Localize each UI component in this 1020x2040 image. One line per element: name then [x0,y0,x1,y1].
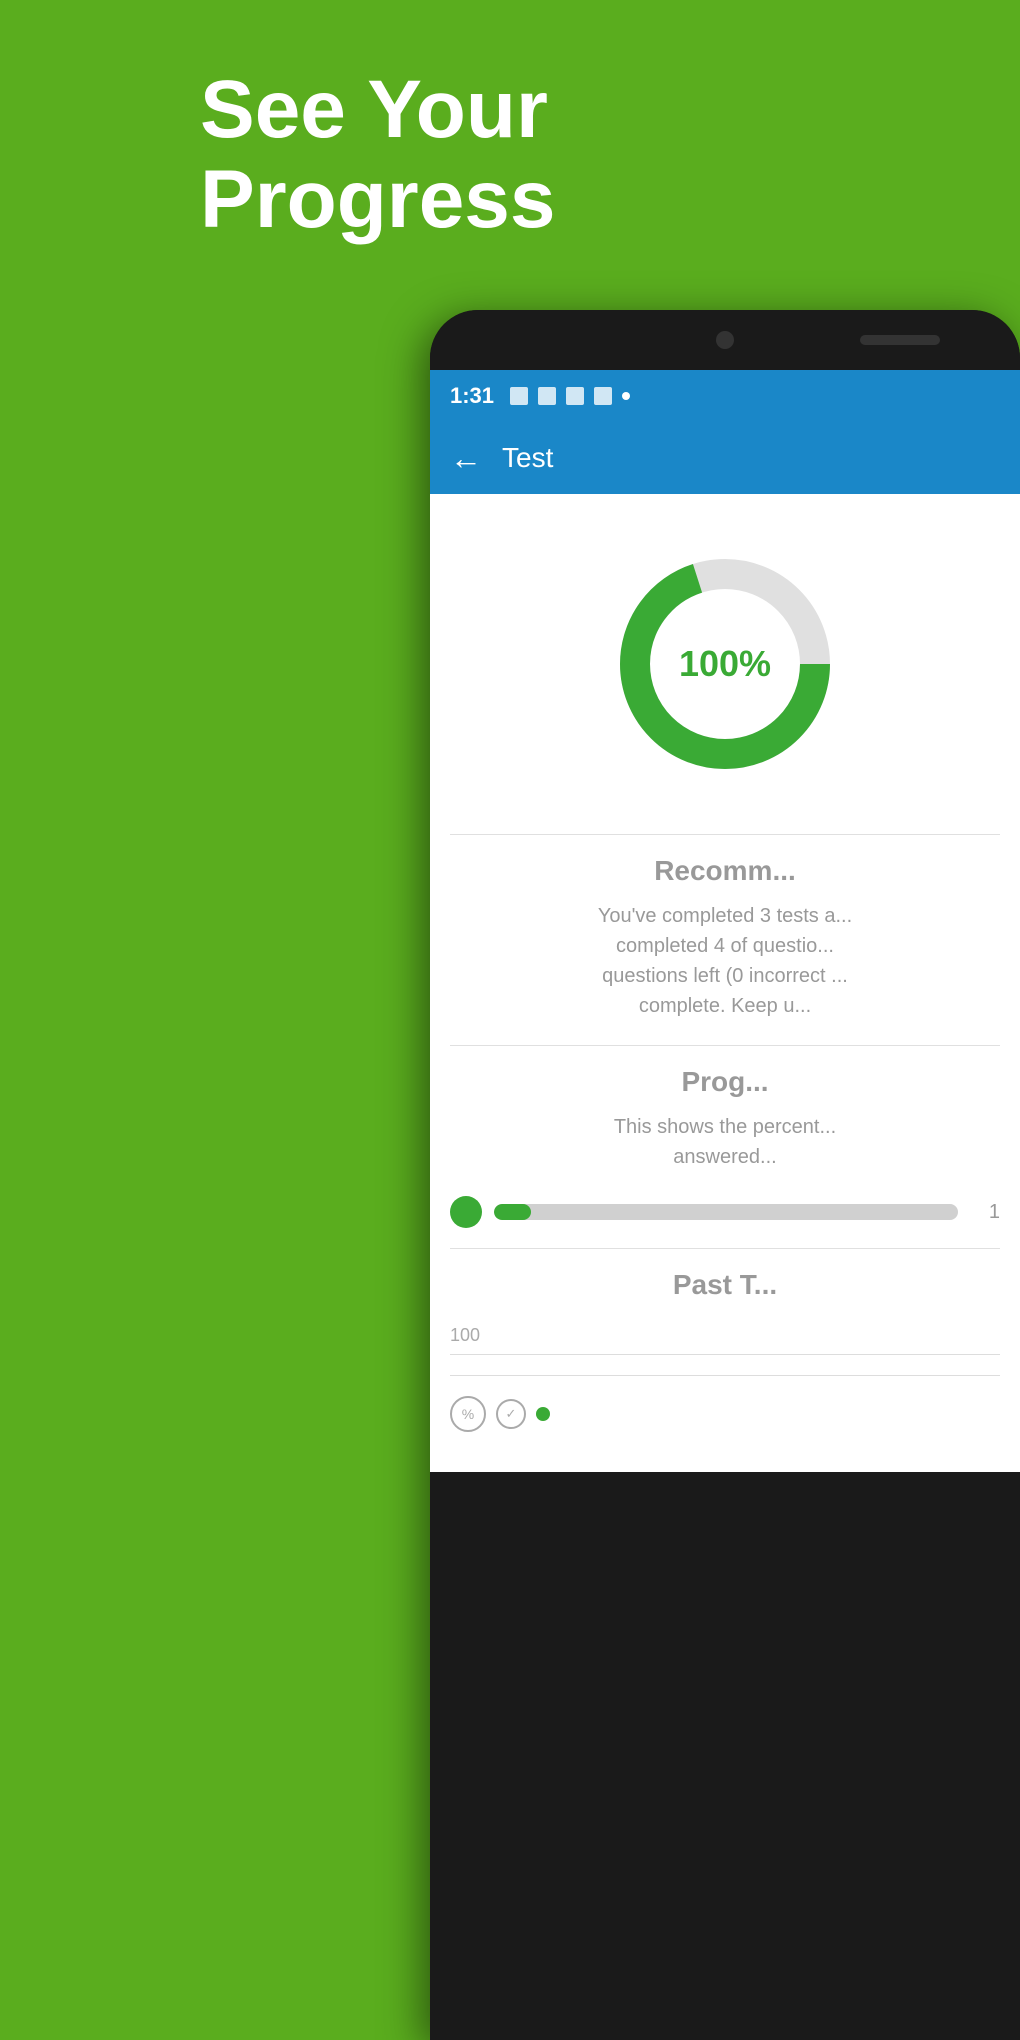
chart-dot-green [536,1407,550,1421]
phone-screen: 1:31 ← Test [430,370,1020,1472]
headline: See Your Progress [200,65,556,245]
chart-line-bottom [450,1375,1000,1376]
progress-subtext: This shows the percent... answered... [450,1112,1000,1172]
status-bar: 1:31 [430,370,1020,422]
app-bar: ← Test [430,422,1020,494]
status-icons [510,387,630,405]
screen-content: 100% Recomm... You've completed 3 tests … [430,494,1020,1472]
progress-heading: Prog... [450,1066,1000,1098]
phone-container: 1:31 ← Test [430,310,1020,2040]
phone-top-bar [430,310,1020,370]
donut-chart: 100% [605,544,845,784]
recommendation-text: You've completed 3 tests a... completed … [450,901,1000,1021]
status-time: 1:31 [450,383,494,409]
antenna-icon [566,387,584,405]
gear-icon [510,387,528,405]
chart-y-label-top: 100 [450,1325,1000,1346]
phone-camera [716,331,734,349]
progress-bar-track [494,1204,958,1220]
status-dot [622,392,630,400]
progress-bar-row: 1 [450,1196,1000,1228]
phone-speaker [860,335,940,345]
phone-body: 1:31 ← Test [430,310,1020,2040]
recommendation-section: Recomm... You've completed 3 tests a... … [450,855,1000,1021]
progress-bar-fill [494,1204,531,1220]
donut-percent-text: 100% [679,643,771,685]
percent-symbol: % [462,1406,474,1422]
back-button[interactable]: ← [450,440,482,477]
chart-icons-row: % ✓ [450,1396,1000,1432]
progress-dot [450,1196,482,1228]
chart-line-top [450,1354,1000,1355]
app-bar-title: Test [502,442,553,474]
battery-icon [594,387,612,405]
recommendation-heading: Recomm... [450,855,1000,887]
shield-icon [538,387,556,405]
divider-3 [450,1248,1000,1249]
progress-section: Prog... This shows the percent... answer… [450,1066,1000,1228]
chart-icon-check: ✓ [496,1399,526,1429]
divider-1 [450,834,1000,835]
donut-container: 100% [450,524,1000,814]
check-symbol: ✓ [506,1406,517,1422]
progress-number: 1 [970,1201,1000,1224]
past-tests-section: Past T... 100 % ✓ [450,1269,1000,1442]
chart-icon-percent: % [450,1396,486,1432]
headline-line1: See Your [200,65,556,155]
divider-2 [450,1045,1000,1046]
past-tests-heading: Past T... [450,1269,1000,1301]
chart-area: 100 % ✓ [450,1315,1000,1442]
headline-line2: Progress [200,155,556,245]
